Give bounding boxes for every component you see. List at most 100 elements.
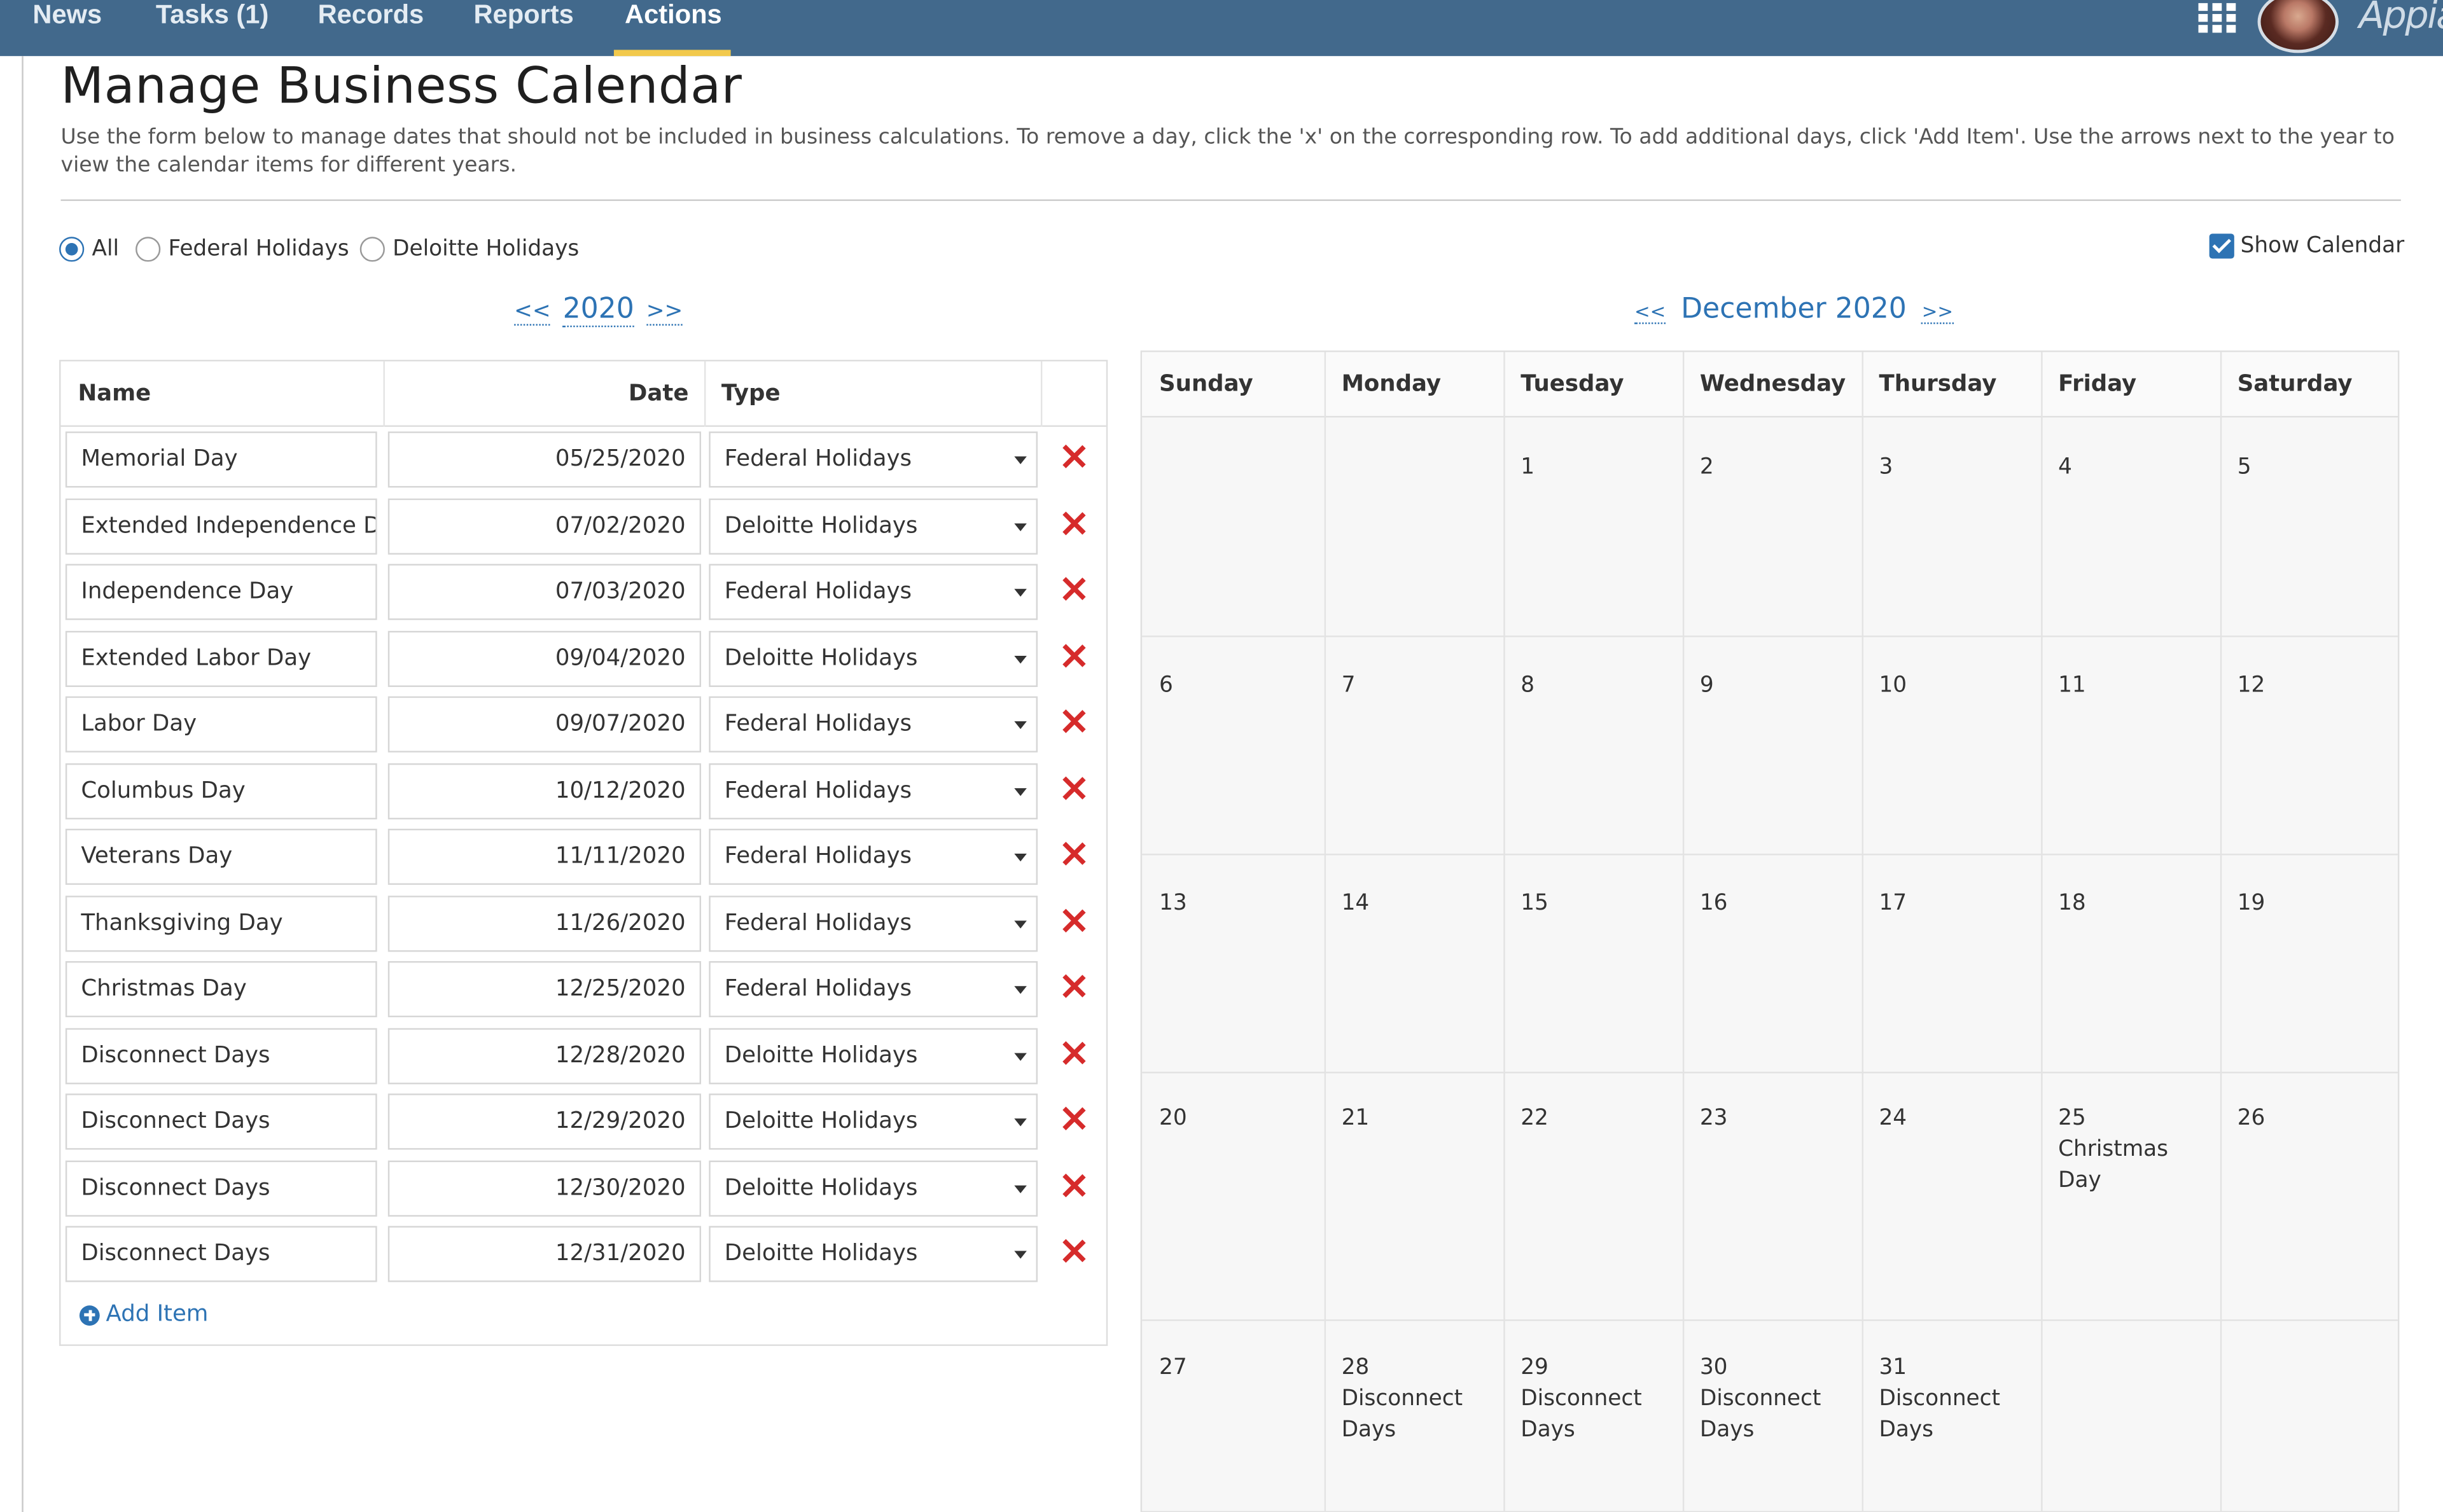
calendar-day-cell[interactable]: 12 — [2238, 670, 2393, 701]
nav-tab-news[interactable]: News — [32, 0, 102, 56]
date-field[interactable]: 12/28/2020 — [387, 1027, 702, 1084]
calendar-day-cell[interactable]: 7 — [1342, 670, 1498, 701]
delete-row-icon[interactable] — [1062, 777, 1084, 798]
calendar-day-cell[interactable]: 1 — [1521, 452, 1676, 483]
calendar-day-cell[interactable]: 24 — [1879, 1103, 2035, 1134]
calendar-day-cell[interactable]: 30 Disconnect Days — [1700, 1352, 1856, 1446]
type-dropdown[interactable]: Deloitte Holidays — [709, 630, 1038, 686]
name-field[interactable]: Labor Day — [65, 696, 377, 753]
delete-row-icon[interactable] — [1062, 1107, 1084, 1129]
date-field[interactable]: 07/03/2020 — [387, 564, 702, 620]
calendar-day-cell[interactable]: 14 — [1342, 888, 1498, 919]
type-dropdown[interactable]: Federal Holidays — [709, 762, 1038, 819]
type-dropdown[interactable]: Deloitte Holidays — [709, 1160, 1038, 1216]
radio-unselected-icon[interactable] — [136, 237, 161, 262]
delete-row-icon[interactable] — [1062, 1041, 1084, 1063]
date-field[interactable]: 12/29/2020 — [387, 1093, 702, 1150]
calendar-day-cell[interactable]: 9 — [1700, 670, 1856, 701]
calendar-day-cell[interactable]: 22 — [1521, 1103, 1676, 1134]
calendar-day-cell[interactable]: 6 — [1159, 670, 1315, 701]
prev-year-link[interactable]: << — [514, 299, 551, 326]
calendar-day-cell[interactable]: 16 — [1700, 888, 1856, 919]
type-dropdown[interactable]: Deloitte Holidays — [709, 497, 1038, 554]
name-field[interactable]: Memorial Day — [65, 431, 377, 488]
type-dropdown[interactable]: Deloitte Holidays — [709, 1226, 1038, 1282]
radio-unselected-icon[interactable] — [359, 237, 385, 262]
calendar-day-cell[interactable]: 15 — [1521, 888, 1676, 919]
delete-row-icon[interactable] — [1062, 975, 1084, 997]
radio-selected-icon[interactable] — [59, 237, 85, 262]
delete-row-icon[interactable] — [1062, 511, 1084, 533]
calendar-day-cell[interactable]: 2 — [1700, 452, 1856, 483]
date-field[interactable]: 07/02/2020 — [387, 497, 702, 554]
date-field[interactable]: 12/31/2020 — [387, 1226, 702, 1282]
nav-tab-reports[interactable]: Reports — [473, 0, 573, 56]
calendar-day-cell[interactable]: 4 — [2058, 452, 2214, 483]
type-dropdown[interactable]: Federal Holidays — [709, 431, 1038, 488]
calendar-day-cell[interactable]: 13 — [1159, 888, 1315, 919]
nav-tab-records[interactable]: Records — [318, 0, 424, 56]
calendar-day-cell[interactable]: 10 — [1879, 670, 2035, 701]
avatar[interactable] — [2257, 0, 2339, 53]
nav-tab-actions[interactable]: Actions — [613, 0, 731, 57]
name-field[interactable]: Extended Labor Day — [65, 630, 377, 686]
name-field[interactable]: Thanksgiving Day — [65, 894, 377, 952]
delete-row-icon[interactable] — [1062, 711, 1084, 732]
delete-row-icon[interactable] — [1062, 909, 1084, 931]
type-dropdown[interactable]: Deloitte Holidays — [709, 1027, 1038, 1084]
year-link[interactable]: 2020 — [562, 293, 634, 328]
name-field[interactable]: Veterans Day — [65, 828, 377, 885]
name-field[interactable]: Disconnect Days — [65, 1226, 377, 1282]
filter-radio-deloitte[interactable]: Deloitte Holidays — [359, 233, 579, 265]
calendar-day-cell[interactable]: 8 — [1521, 670, 1676, 701]
delete-row-icon[interactable] — [1062, 843, 1084, 864]
date-field[interactable]: 12/30/2020 — [387, 1160, 702, 1216]
name-field[interactable]: Disconnect Days — [65, 1160, 377, 1216]
delete-row-icon[interactable] — [1062, 1240, 1084, 1261]
name-field[interactable]: Extended Independence Da — [65, 497, 377, 554]
type-dropdown[interactable]: Deloitte Holidays — [709, 1093, 1038, 1150]
type-dropdown[interactable]: Federal Holidays — [709, 696, 1038, 753]
calendar-day-cell[interactable]: 23 — [1700, 1103, 1856, 1134]
delete-row-icon[interactable] — [1062, 578, 1084, 600]
date-field[interactable]: 10/12/2020 — [387, 762, 702, 819]
name-field[interactable]: Christmas Day — [65, 961, 377, 1018]
date-field[interactable]: 11/11/2020 — [387, 828, 702, 885]
calendar-day-cell[interactable]: 5 — [2238, 452, 2393, 483]
calendar-day-cell[interactable]: 19 — [2238, 888, 2393, 919]
calendar-day-cell[interactable]: 26 — [2238, 1103, 2393, 1134]
date-field[interactable]: 11/26/2020 — [387, 894, 702, 952]
delete-row-icon[interactable] — [1062, 644, 1084, 666]
date-field[interactable]: 09/04/2020 — [387, 630, 702, 686]
delete-row-icon[interactable] — [1062, 445, 1084, 467]
type-dropdown[interactable]: Federal Holidays — [709, 564, 1038, 620]
name-field[interactable]: Disconnect Days — [65, 1093, 377, 1150]
type-dropdown[interactable]: Federal Holidays — [709, 828, 1038, 885]
nav-tab-tasks[interactable]: Tasks (1) — [156, 0, 268, 56]
calendar-day-cell[interactable]: 31 Disconnect Days — [1879, 1352, 2035, 1446]
calendar-day-cell[interactable]: 29 Disconnect Days — [1521, 1352, 1676, 1446]
add-item-link[interactable]: Add Item — [79, 1302, 209, 1328]
calendar-day-cell[interactable]: 20 — [1159, 1103, 1315, 1134]
delete-row-icon[interactable] — [1062, 1174, 1084, 1195]
next-year-link[interactable]: >> — [646, 299, 683, 326]
name-field[interactable]: Columbus Day — [65, 762, 377, 819]
date-field[interactable]: 12/25/2020 — [387, 961, 702, 1018]
type-dropdown[interactable]: Federal Holidays — [709, 894, 1038, 952]
calendar-day-cell[interactable]: 25 Christmas Day — [2058, 1103, 2214, 1196]
calendar-day-cell[interactable]: 3 — [1879, 452, 2035, 483]
calendar-day-cell[interactable]: 11 — [2058, 670, 2214, 701]
calendar-day-cell[interactable]: 27 — [1159, 1352, 1315, 1384]
calendar-day-cell[interactable]: 17 — [1879, 888, 2035, 919]
checkbox-checked-icon[interactable] — [2209, 233, 2234, 259]
next-month-link[interactable]: >> — [1921, 300, 1953, 324]
prev-month-link[interactable]: << — [1634, 300, 1666, 324]
name-field[interactable]: Independence Day — [65, 564, 377, 620]
filter-radio-federal[interactable]: Federal Holidays — [136, 233, 349, 265]
show-calendar-checkbox[interactable]: Show Calendar — [2209, 233, 2404, 259]
calendar-day-cell[interactable]: 28 Disconnect Days — [1342, 1352, 1498, 1446]
date-field[interactable]: 09/07/2020 — [387, 696, 702, 753]
name-field[interactable]: Disconnect Days — [65, 1027, 377, 1084]
date-field[interactable]: 05/25/2020 — [387, 431, 702, 488]
calendar-day-cell[interactable]: 21 — [1342, 1103, 1498, 1134]
